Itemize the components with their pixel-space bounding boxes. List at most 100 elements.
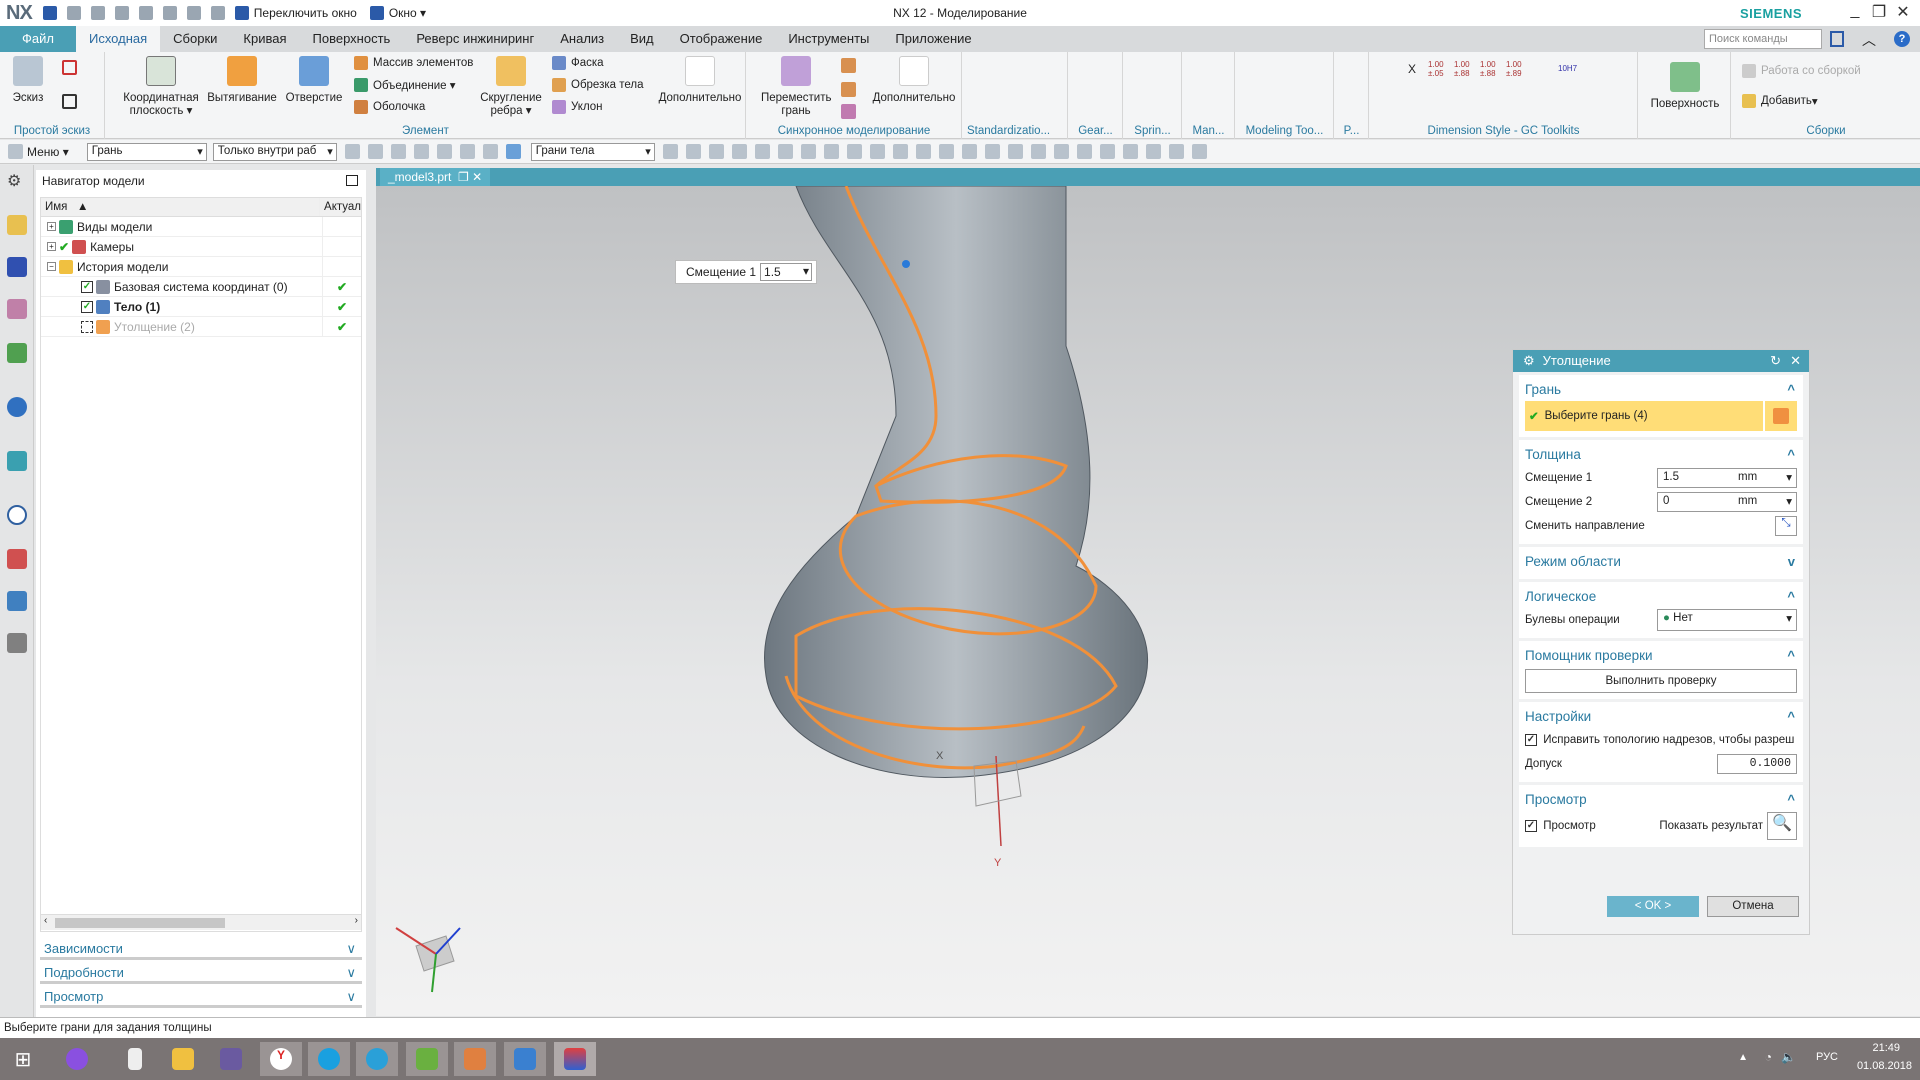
dim-tolerance-button[interactable]: 1.00 ±.88 xyxy=(1454,60,1474,78)
view-icon[interactable] xyxy=(1053,144,1069,159)
paste-icon[interactable] xyxy=(162,6,177,20)
add-component-button[interactable]: Добавить ▾ xyxy=(1742,94,1818,108)
taskbar-app[interactable] xyxy=(356,1042,398,1076)
view-icon[interactable] xyxy=(1076,144,1092,159)
snap-icon[interactable] xyxy=(869,144,885,159)
view-icon[interactable] xyxy=(1145,144,1161,159)
ok-button[interactable]: < OK > xyxy=(1607,896,1699,917)
minimize-button[interactable]: _ xyxy=(1844,2,1866,20)
taskbar-app[interactable] xyxy=(504,1042,546,1076)
snap-icon[interactable] xyxy=(685,144,701,159)
column-name[interactable]: Имя ▲ xyxy=(41,198,321,216)
visibility-checkbox[interactable]: ✓ xyxy=(81,300,93,313)
assembly-navigator-icon[interactable] xyxy=(7,215,27,235)
save-icon[interactable] xyxy=(42,6,57,20)
tree-row[interactable]: − История модели xyxy=(41,257,361,277)
taskbar-app[interactable] xyxy=(406,1042,448,1076)
redo-icon[interactable] xyxy=(90,6,105,20)
taskbar-app-nx[interactable] xyxy=(554,1042,596,1076)
tab-surface[interactable]: Поверхность xyxy=(300,26,404,52)
panel-dependencies[interactable]: Зависимости ∨ xyxy=(40,938,362,960)
face-rule-select[interactable]: Грани тела xyxy=(530,142,655,161)
command-search-input[interactable]: Поиск команды xyxy=(1704,29,1822,49)
section-header[interactable]: Просмотр ^ xyxy=(1525,789,1797,811)
close-icon[interactable]: ✕ xyxy=(1790,350,1801,372)
tab-analysis[interactable]: Анализ xyxy=(547,26,617,52)
sync-tool-icon[interactable] xyxy=(841,82,856,97)
visibility-checkbox[interactable]: ✓ xyxy=(81,280,93,293)
switch-window-button[interactable]: Переключить окно xyxy=(254,6,357,20)
run-check-button[interactable]: Выполнить проверку xyxy=(1525,669,1797,693)
preview-checkbox[interactable]: ✓ xyxy=(1525,820,1537,832)
roles-icon[interactable] xyxy=(7,633,27,653)
taskbar-app[interactable]: Y xyxy=(260,1042,302,1076)
toolbar-icon[interactable] xyxy=(482,144,498,159)
collapse-ribbon-icon[interactable]: ︿ xyxy=(1862,30,1876,50)
panel-details[interactable]: Подробности ∨ xyxy=(40,962,362,984)
selection-scope-select[interactable]: Только внутри раб xyxy=(212,142,337,161)
trim-body-button[interactable]: Обрезка тела xyxy=(552,78,643,92)
taskbar-app[interactable] xyxy=(114,1042,156,1076)
taskbar-app[interactable] xyxy=(210,1042,252,1076)
extrude-button[interactable]: Вытягивание xyxy=(206,56,278,105)
view-icon[interactable] xyxy=(1191,144,1207,159)
tab-file[interactable]: Файл xyxy=(0,26,76,52)
dim-fit-button[interactable]: 10H7 xyxy=(1558,64,1577,73)
history-icon[interactable] xyxy=(7,505,27,525)
edge-blend-button[interactable]: Скругление ребра ▾ xyxy=(476,56,546,118)
snap-icon[interactable] xyxy=(823,144,839,159)
boolean-select[interactable]: ● Нет ▾ xyxy=(1657,609,1797,631)
tolerance-input[interactable]: 0.1000 xyxy=(1717,754,1797,774)
menu-button[interactable]: Меню xyxy=(27,145,59,159)
dim-x-button[interactable]: X xyxy=(1408,62,1416,76)
tab-assemblies[interactable]: Сборки xyxy=(160,26,230,52)
constraint-navigator-icon[interactable] xyxy=(7,257,27,277)
toolbar-icon[interactable] xyxy=(436,144,452,159)
process-studio-icon[interactable] xyxy=(7,591,27,611)
language-indicator[interactable]: РУС xyxy=(1816,1051,1838,1063)
restore-button[interactable]: ❐ xyxy=(1868,2,1890,22)
toolbar-icon[interactable] xyxy=(367,144,383,159)
section-header[interactable]: Грань ^ xyxy=(1525,379,1797,401)
work-assembly-button[interactable]: Работа со сборкой xyxy=(1742,64,1861,78)
expand-icon[interactable]: + xyxy=(47,222,56,231)
tree-row[interactable]: ✓ Тело (1) ✔ xyxy=(41,297,361,317)
snap-icon[interactable] xyxy=(662,144,678,159)
tab-model3[interactable]: _model3.prt ❐ ✕ xyxy=(380,168,491,186)
copy-icon[interactable] xyxy=(138,6,153,20)
info-icon[interactable] xyxy=(7,397,27,417)
snap-icon[interactable] xyxy=(915,144,931,159)
draft-button[interactable]: Уклон xyxy=(552,100,603,114)
section-header[interactable]: Логическое ^ xyxy=(1525,586,1797,608)
view-icon[interactable] xyxy=(1007,144,1023,159)
dim-tolerance-button[interactable]: 1.00 ±.89 xyxy=(1506,60,1526,78)
clock-date[interactable]: 01.08.2018 xyxy=(1857,1060,1912,1072)
tree-row[interactable]: + Виды модели xyxy=(41,217,361,237)
close-button[interactable]: ✕ xyxy=(1892,2,1914,22)
element-more-button[interactable]: Дополнительно xyxy=(658,56,742,105)
toolbar-icon[interactable] xyxy=(413,144,429,159)
offset-onscreen-value[interactable]: 1.5 xyxy=(760,263,813,281)
select-face-row[interactable]: ✔ Выберите грань (4) xyxy=(1525,401,1797,431)
section-header[interactable]: Настройки ^ xyxy=(1525,706,1797,728)
window-icon[interactable] xyxy=(369,6,384,20)
shell-button[interactable]: Оболочка xyxy=(354,100,425,114)
volume-icon[interactable]: 🔈 xyxy=(1781,1050,1796,1064)
fix-topology-checkbox[interactable]: ✓ xyxy=(1525,734,1537,746)
face-select-button[interactable] xyxy=(1765,401,1797,431)
sync-tool-icon[interactable] xyxy=(841,104,856,119)
cut-icon[interactable] xyxy=(114,6,129,20)
move-face-button[interactable]: Переместить грань xyxy=(761,56,831,118)
tree-row[interactable]: ✓ Базовая система координат (0) ✔ xyxy=(41,277,361,297)
tab-tools[interactable]: Инструменты xyxy=(775,26,882,52)
tab-render[interactable]: Отображение xyxy=(667,26,776,52)
toolbar-icon[interactable] xyxy=(505,144,521,159)
snap-icon[interactable] xyxy=(846,144,862,159)
toolbar-icon[interactable] xyxy=(390,144,406,159)
profile-icon[interactable] xyxy=(62,60,77,75)
snap-icon[interactable] xyxy=(938,144,954,159)
pattern-feature-button[interactable]: Массив элементов xyxy=(354,56,473,70)
reset-icon[interactable]: ↻ xyxy=(1770,350,1781,372)
snap-icon[interactable] xyxy=(731,144,747,159)
switch-window-icon[interactable] xyxy=(234,6,249,20)
